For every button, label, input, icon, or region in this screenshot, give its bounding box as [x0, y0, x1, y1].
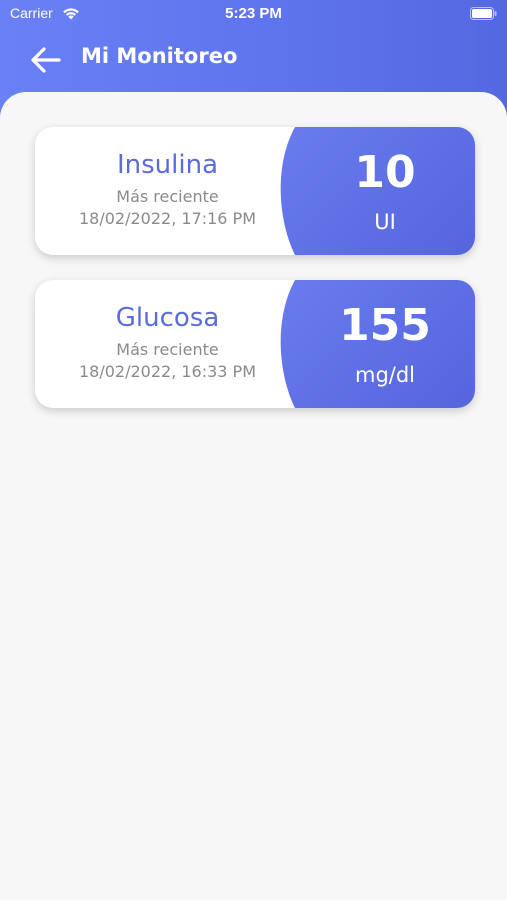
card-unit: mg/dl — [354, 363, 416, 387]
battery-icon — [470, 7, 497, 20]
card-title: Glucosa — [115, 303, 220, 333]
card-subtitle: Más reciente — [116, 187, 219, 206]
card-value-panel: 155 mg/dl — [275, 280, 475, 408]
card-unit: UI — [374, 210, 396, 234]
back-button[interactable] — [28, 42, 64, 78]
insulin-card[interactable]: Insulina Más reciente 18/02/2022, 17:16 … — [35, 127, 475, 255]
glucose-card[interactable]: Glucosa Más reciente 18/02/2022, 16:33 P… — [35, 280, 475, 408]
card-value-panel: 10 UI — [275, 127, 475, 255]
card-value: 10 — [354, 147, 416, 198]
card-title: Insulina — [116, 150, 219, 180]
card-info: Insulina Más reciente 18/02/2022, 17:16 … — [35, 127, 300, 255]
card-subtitle: Más reciente — [116, 340, 219, 359]
status-bar: Carrier 5:23 PM — [0, 0, 507, 28]
card-value: 155 — [339, 300, 431, 351]
page-title: Mi Monitoreo — [81, 44, 238, 68]
main-content: Insulina Más reciente 18/02/2022, 17:16 … — [0, 92, 507, 900]
card-date: 18/02/2022, 16:33 PM — [78, 362, 257, 381]
card-date: 18/02/2022, 17:16 PM — [78, 209, 257, 228]
arrow-left-icon — [31, 47, 61, 73]
clock: 5:23 PM — [225, 5, 282, 22]
card-info: Glucosa Más reciente 18/02/2022, 16:33 P… — [35, 280, 300, 408]
